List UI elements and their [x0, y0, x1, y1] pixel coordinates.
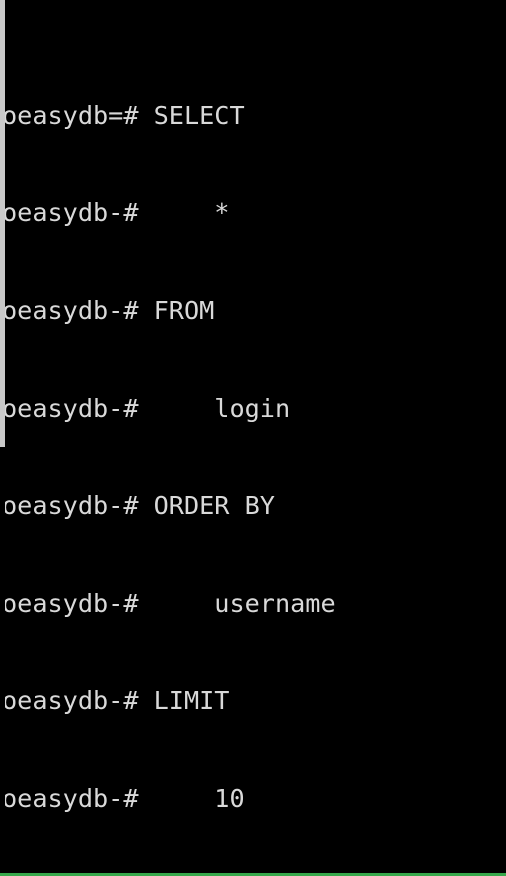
query-line: oeasydb-# LIMIT: [2, 686, 230, 716]
query-line: oeasydb-# username: [2, 588, 336, 618]
query-line: oeasydb-# FROM: [2, 295, 215, 325]
scrollbar-thumb[interactable]: [0, 0, 5, 447]
scrollbar-track[interactable]: [0, 0, 5, 873]
query-line: oeasydb=# SELECT: [2, 100, 245, 130]
query-line: oeasydb-# login: [2, 393, 291, 423]
terminal-output[interactable]: oeasydb=# SELECT oeasydb-# * oeasydb-# F…: [0, 0, 506, 873]
query-line: oeasydb-# *: [2, 198, 230, 228]
query-line: oeasydb-# 10: [2, 784, 245, 814]
terminal-screen: oeasydb=# SELECT oeasydb-# * oeasydb-# F…: [0, 0, 506, 876]
query-line: oeasydb-# ORDER BY: [2, 491, 275, 521]
